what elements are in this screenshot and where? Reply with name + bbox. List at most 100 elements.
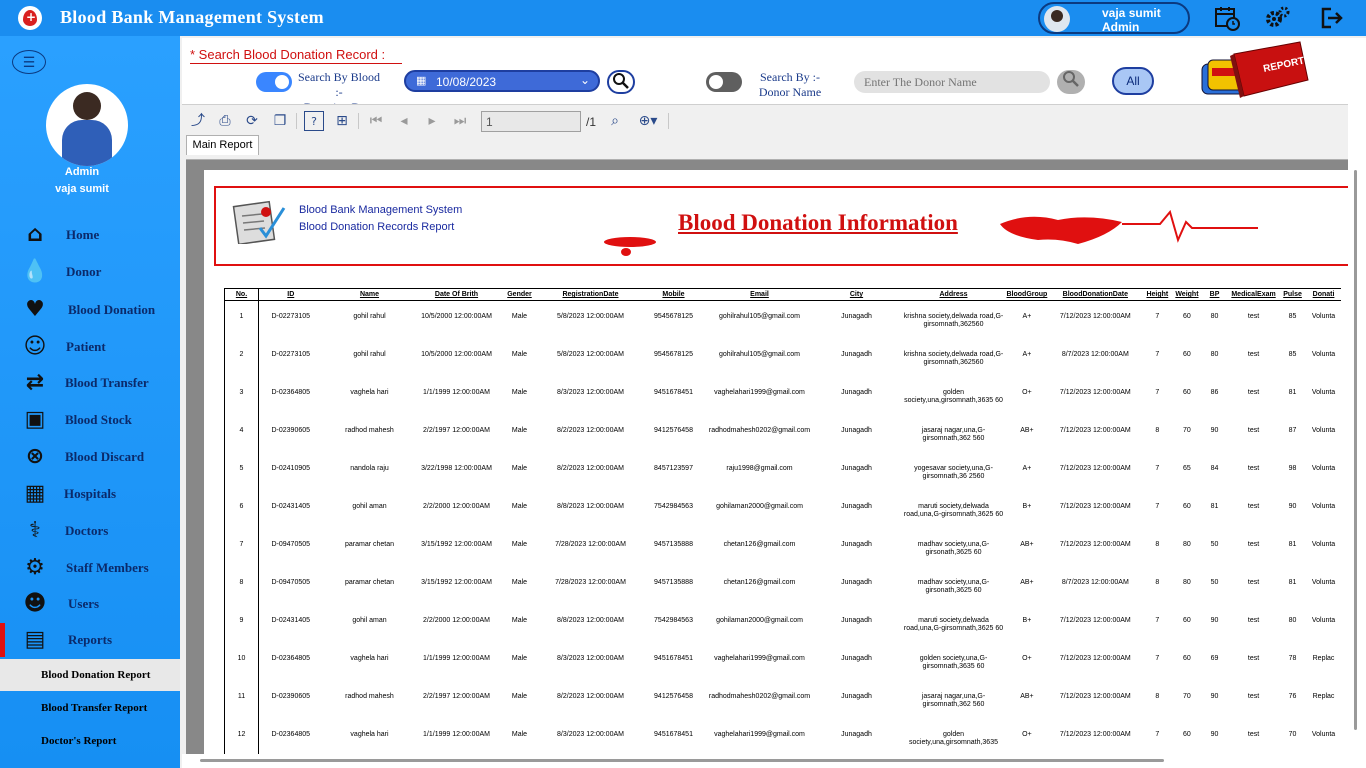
- sidebar-item-hospitals[interactable]: ▦ Hospitals: [0, 477, 180, 511]
- hamburger-menu-icon[interactable]: ☰: [12, 50, 46, 74]
- table-cell: Volunta: [1311, 426, 1336, 434]
- donor-name-input[interactable]: [854, 71, 1050, 93]
- copy-icon[interactable]: ❐: [270, 111, 290, 131]
- sidebar-item-staff-members[interactable]: ⚙ Staff Members: [0, 551, 180, 585]
- table-cell: Volunta: [1311, 616, 1336, 624]
- table-cell: 12: [224, 718, 259, 755]
- table-cell: Junagadh: [841, 540, 872, 548]
- page-number-input[interactable]: [481, 111, 581, 132]
- sidebar-item-patient[interactable]: ☺ Patient: [0, 330, 180, 364]
- table-cell: 60: [1183, 654, 1191, 662]
- table-cell: Volunta: [1311, 730, 1336, 738]
- next-page-icon[interactable]: ▸: [422, 111, 442, 131]
- table-cell: paramar chetan: [344, 540, 395, 548]
- logout-icon[interactable]: [1319, 5, 1345, 31]
- table-cell: Male: [511, 502, 528, 510]
- table-cell: test: [1247, 502, 1260, 510]
- donation-date-picker[interactable]: ▦ 10/08/2023 ⌄: [404, 70, 600, 92]
- sidebar-item-blood-transfer[interactable]: ⇄ Blood Transfer: [0, 366, 180, 400]
- table-cell: 8457123597: [654, 464, 693, 472]
- report-system-name: Blood Bank Management System: [299, 204, 463, 216]
- table-cell: 98: [1288, 464, 1297, 472]
- search-panel: * Search Blood Donation Record : Search …: [182, 38, 1366, 114]
- table-row: 8 D-09470505 paramar chetan 3/15/1992 12:00…: [224, 566, 1341, 605]
- table-cell: 60: [1183, 616, 1191, 624]
- table-cell: 9545678125: [654, 313, 693, 320]
- settings-gears-icon[interactable]: [1264, 5, 1290, 31]
- first-page-icon[interactable]: ⏮: [366, 111, 386, 131]
- sidebar-item-blood-discard[interactable]: ⊗ Blood Discard: [0, 440, 180, 474]
- all-button[interactable]: All: [1112, 67, 1154, 95]
- table-cell: O+: [1022, 730, 1032, 738]
- sidebar-item-donor[interactable]: 💧 Donor: [0, 255, 180, 289]
- profile-avatar: [46, 84, 128, 166]
- donation-records-table: No. ID Name Date Of Brith Gender Registration…: [224, 288, 1341, 755]
- zoom-icon[interactable]: ⊕▾: [634, 111, 662, 131]
- page-total: /1: [586, 115, 597, 129]
- column-header: Pulse: [1278, 288, 1307, 301]
- calendar-clock-icon[interactable]: [1214, 5, 1240, 31]
- sidebar-role: Admin: [64, 166, 100, 178]
- column-header: BloodGroup: [1004, 288, 1050, 301]
- sidebar-item-doctors[interactable]: ⚕ Doctors: [0, 514, 180, 548]
- table-cell: chetan126@gmail.com: [723, 540, 796, 548]
- sidebar-item-home[interactable]: ⌂ Home: [0, 218, 180, 252]
- vertical-scrollbar[interactable]: [1348, 104, 1366, 754]
- app-title: Blood Bank Management System: [60, 7, 324, 27]
- group-tree-icon[interactable]: ⊞: [332, 111, 352, 131]
- table-cell: 90: [1210, 426, 1219, 434]
- previous-page-icon[interactable]: ◂: [394, 111, 414, 131]
- parameters-icon[interactable]: ?: [304, 111, 324, 131]
- table-cell: 8: [224, 566, 259, 605]
- tab-main-report[interactable]: Main Report: [186, 135, 259, 155]
- column-header: Address: [902, 288, 1005, 301]
- date-search-button[interactable]: [607, 70, 635, 94]
- table-cell: 7/12/2023 12:00:00AM: [1059, 616, 1131, 624]
- sidebar-item-users[interactable]: ☻ Users: [0, 587, 180, 621]
- table-cell: 60: [1183, 730, 1191, 738]
- sub-item-doctors-report[interactable]: Doctor's Report: [0, 725, 180, 757]
- table-cell: 8/3/2023 12:00:00AM: [557, 730, 624, 738]
- table-cell: Volunta: [1311, 502, 1336, 510]
- table-cell: Junagadh: [841, 654, 872, 662]
- table-cell: 60: [1183, 350, 1191, 358]
- column-header: BP: [1200, 288, 1229, 301]
- table-cell: A+: [1022, 350, 1032, 358]
- date-search-toggle[interactable]: [256, 72, 292, 92]
- patient-icon: ☺: [23, 334, 47, 359]
- table-cell: vaghelahari1999@gmail.com: [714, 730, 805, 738]
- table-cell: 7: [1155, 654, 1160, 662]
- table-cell: raju1998@gmail.com: [726, 464, 793, 472]
- table-cell: test: [1247, 313, 1260, 320]
- donor-search-button[interactable]: [1057, 70, 1085, 94]
- blood-drop-logo-icon: [18, 6, 42, 30]
- users-icon: ☻: [23, 591, 47, 616]
- column-header: RegistrationDate: [542, 288, 639, 301]
- user-profile-pill[interactable]: vaja sumit Admin: [1038, 2, 1190, 34]
- export-icon[interactable]: ⤴: [188, 111, 208, 131]
- table-header-row: No. ID Name Date Of Brith Gender Registration…: [224, 288, 1341, 301]
- table-cell: radhodmahesh0202@gmail.com: [708, 692, 811, 700]
- sidebar-item-blood-stock[interactable]: ▣ Blood Stock: [0, 403, 180, 437]
- table-cell: 11: [224, 680, 259, 719]
- sub-item-blood-donation-report[interactable]: Blood Donation Report: [0, 659, 180, 691]
- find-icon[interactable]: ⌕: [605, 111, 625, 131]
- horizontal-scrollbar[interactable]: [182, 754, 1366, 768]
- table-cell: radhod mahesh: [345, 692, 394, 700]
- sub-item-blood-transfer-report[interactable]: Blood Transfer Report: [0, 692, 180, 724]
- table-cell: AB+: [1020, 426, 1034, 434]
- refresh-icon[interactable]: ⟳: [242, 111, 262, 131]
- sidebar-item-blood-donation[interactable]: ♥ Blood Donation: [0, 293, 180, 327]
- table-cell: 81: [1288, 388, 1297, 396]
- table-cell: D-09470505: [271, 578, 311, 586]
- table-cell: madhav society,una,G-girsonath,3625 60: [917, 540, 990, 556]
- sidebar-item-reports[interactable]: ▤ Reports: [0, 623, 180, 657]
- table-cell: 5: [224, 452, 259, 491]
- print-icon[interactable]: ⎙: [215, 111, 235, 131]
- table-cell: 90: [1288, 502, 1297, 510]
- table-cell: 8/2/2023 12:00:00AM: [557, 426, 624, 434]
- last-page-icon[interactable]: ⏭: [450, 111, 470, 131]
- donor-search-toggle[interactable]: [706, 72, 742, 92]
- table-cell: Junagadh: [841, 692, 872, 700]
- table-cell: Male: [511, 540, 528, 548]
